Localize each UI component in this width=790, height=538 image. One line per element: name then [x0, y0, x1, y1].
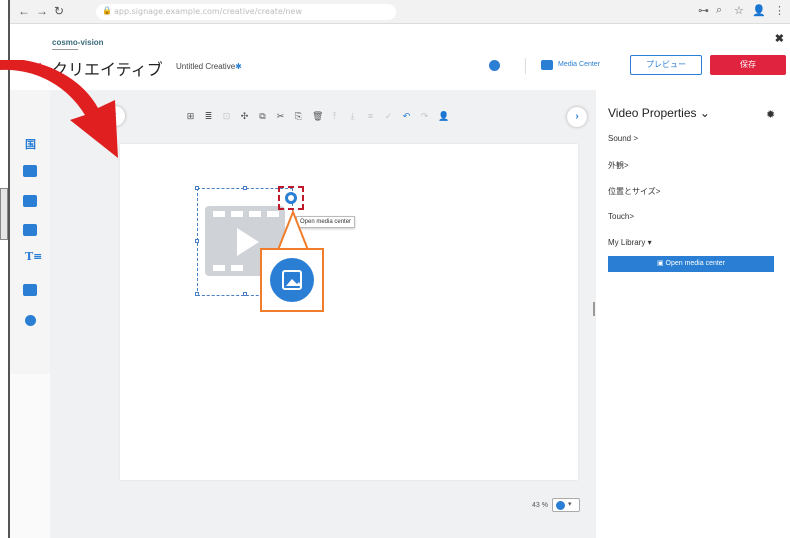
media-center-shortcut-icon[interactable]: [284, 191, 298, 205]
zoom-dropdown[interactable]: ▾: [552, 498, 580, 512]
resize-handle-t[interactable]: [243, 186, 247, 190]
header-divider: [525, 58, 526, 74]
open-media-center-icon: [270, 258, 314, 302]
media-center-link[interactable]: Media Center: [558, 61, 600, 68]
edit-toolbar: ⊞ ≣ ⊡ ✣ ⧉ ✂ ⎘ 🗑 ⤒ ⤓ ≡ ✓ ↶ ↷ 👤: [186, 108, 450, 124]
group-icon[interactable]: ⊡: [222, 111, 231, 121]
resize-handle-l[interactable]: [195, 239, 199, 243]
panel-resize-handle[interactable]: [593, 302, 595, 316]
profile-icon[interactable]: 👤: [752, 4, 766, 17]
close-icon[interactable]: ✖: [775, 32, 784, 45]
browser-toolbar: ← → ↻ 🔒 app.signage.example.com/creative…: [10, 0, 790, 24]
copy-icon[interactable]: ⧉: [258, 111, 267, 121]
properties-panel: Video Properties ⌄ ✹ Sound > 外観> 位置とサイズ>…: [596, 90, 782, 538]
sound-section[interactable]: Sound >: [608, 134, 638, 143]
bring-forward-icon[interactable]: ⤒: [330, 111, 339, 121]
paste-icon[interactable]: ⎘: [294, 111, 303, 121]
address-bar[interactable]: 🔒 app.signage.example.com/creative/creat…: [96, 4, 396, 20]
more-menu-icon[interactable]: ⋮: [774, 4, 785, 17]
text-icon[interactable]: T≡: [25, 250, 42, 263]
slideshow-icon[interactable]: [23, 224, 37, 236]
open-media-center-button[interactable]: ▣ Open media center: [608, 256, 774, 272]
zoom-icon[interactable]: ⌕: [716, 4, 722, 17]
resize-handle-b[interactable]: [243, 292, 247, 296]
toolbox-footer: [10, 374, 50, 538]
panel-gear-icon[interactable]: ✹: [766, 108, 775, 121]
collapse-right-chevron-icon[interactable]: ›: [567, 107, 587, 127]
url-text: app.signage.example.com/creative/create/…: [114, 7, 303, 16]
delete-icon[interactable]: 🗑: [312, 111, 323, 121]
move-icon[interactable]: ✣: [240, 111, 249, 121]
touch-section[interactable]: Touch>: [608, 212, 634, 221]
layer-icon[interactable]: ≡: [366, 111, 375, 121]
open-media-center-label: Open media center: [665, 260, 726, 267]
panel-title[interactable]: Video Properties ⌄: [608, 106, 710, 120]
cut-icon[interactable]: ✂: [276, 111, 285, 121]
weather-icon[interactable]: [23, 284, 37, 296]
video-icon[interactable]: [23, 195, 37, 207]
camera-icon[interactable]: [541, 60, 553, 70]
user-add-icon[interactable]: 👤: [438, 111, 449, 121]
callout-pointer: [276, 210, 310, 250]
creative-name[interactable]: Untitled Creative✱: [176, 62, 242, 71]
chevron-down-icon: ⌄: [699, 106, 710, 120]
back-icon[interactable]: ←: [18, 4, 30, 18]
unsaved-marker: ✱: [235, 62, 242, 71]
position-size-section[interactable]: 位置とサイズ>: [608, 186, 660, 197]
appearance-section[interactable]: 外観>: [608, 160, 629, 171]
preview-button[interactable]: プレビュー: [630, 55, 702, 75]
send-backward-icon[interactable]: ⤓: [348, 111, 357, 121]
brand-logo: cosmo-vision: [52, 38, 104, 47]
zoomed-callout: [260, 248, 324, 312]
my-library-section[interactable]: My Library ▾: [608, 238, 652, 247]
background-window-edge: [0, 188, 8, 240]
redo-icon[interactable]: ↷: [420, 111, 429, 121]
settings-gear-icon[interactable]: [489, 60, 500, 71]
logo-divider: [52, 49, 78, 50]
save-button[interactable]: 保存: [710, 55, 786, 75]
bookmark-star-icon[interactable]: ☆: [734, 4, 744, 17]
lock-icon: 🔒: [102, 6, 112, 15]
zoom-icon: [556, 501, 565, 510]
grid-icon[interactable]: ⊞: [186, 111, 195, 121]
align-icon[interactable]: ≣: [204, 111, 213, 121]
red-arrow-annotation: [0, 60, 118, 158]
key-icon[interactable]: ⊶: [698, 4, 709, 17]
forward-icon[interactable]: →: [36, 4, 48, 18]
clock-icon[interactable]: [25, 315, 36, 326]
zoom-level: 43 %: [532, 502, 548, 509]
undo-icon[interactable]: ↶: [402, 111, 411, 121]
creative-name-text: Untitled Creative: [176, 62, 236, 71]
resize-handle-tl[interactable]: [195, 186, 199, 190]
creative-canvas[interactable]: [120, 144, 578, 480]
chevron-down-icon: ▾: [568, 501, 572, 508]
check-icon[interactable]: ✓: [384, 111, 393, 121]
reload-icon[interactable]: ↻: [54, 4, 64, 18]
resize-handle-bl[interactable]: [195, 292, 199, 296]
panel-title-text: Video Properties: [608, 106, 697, 120]
